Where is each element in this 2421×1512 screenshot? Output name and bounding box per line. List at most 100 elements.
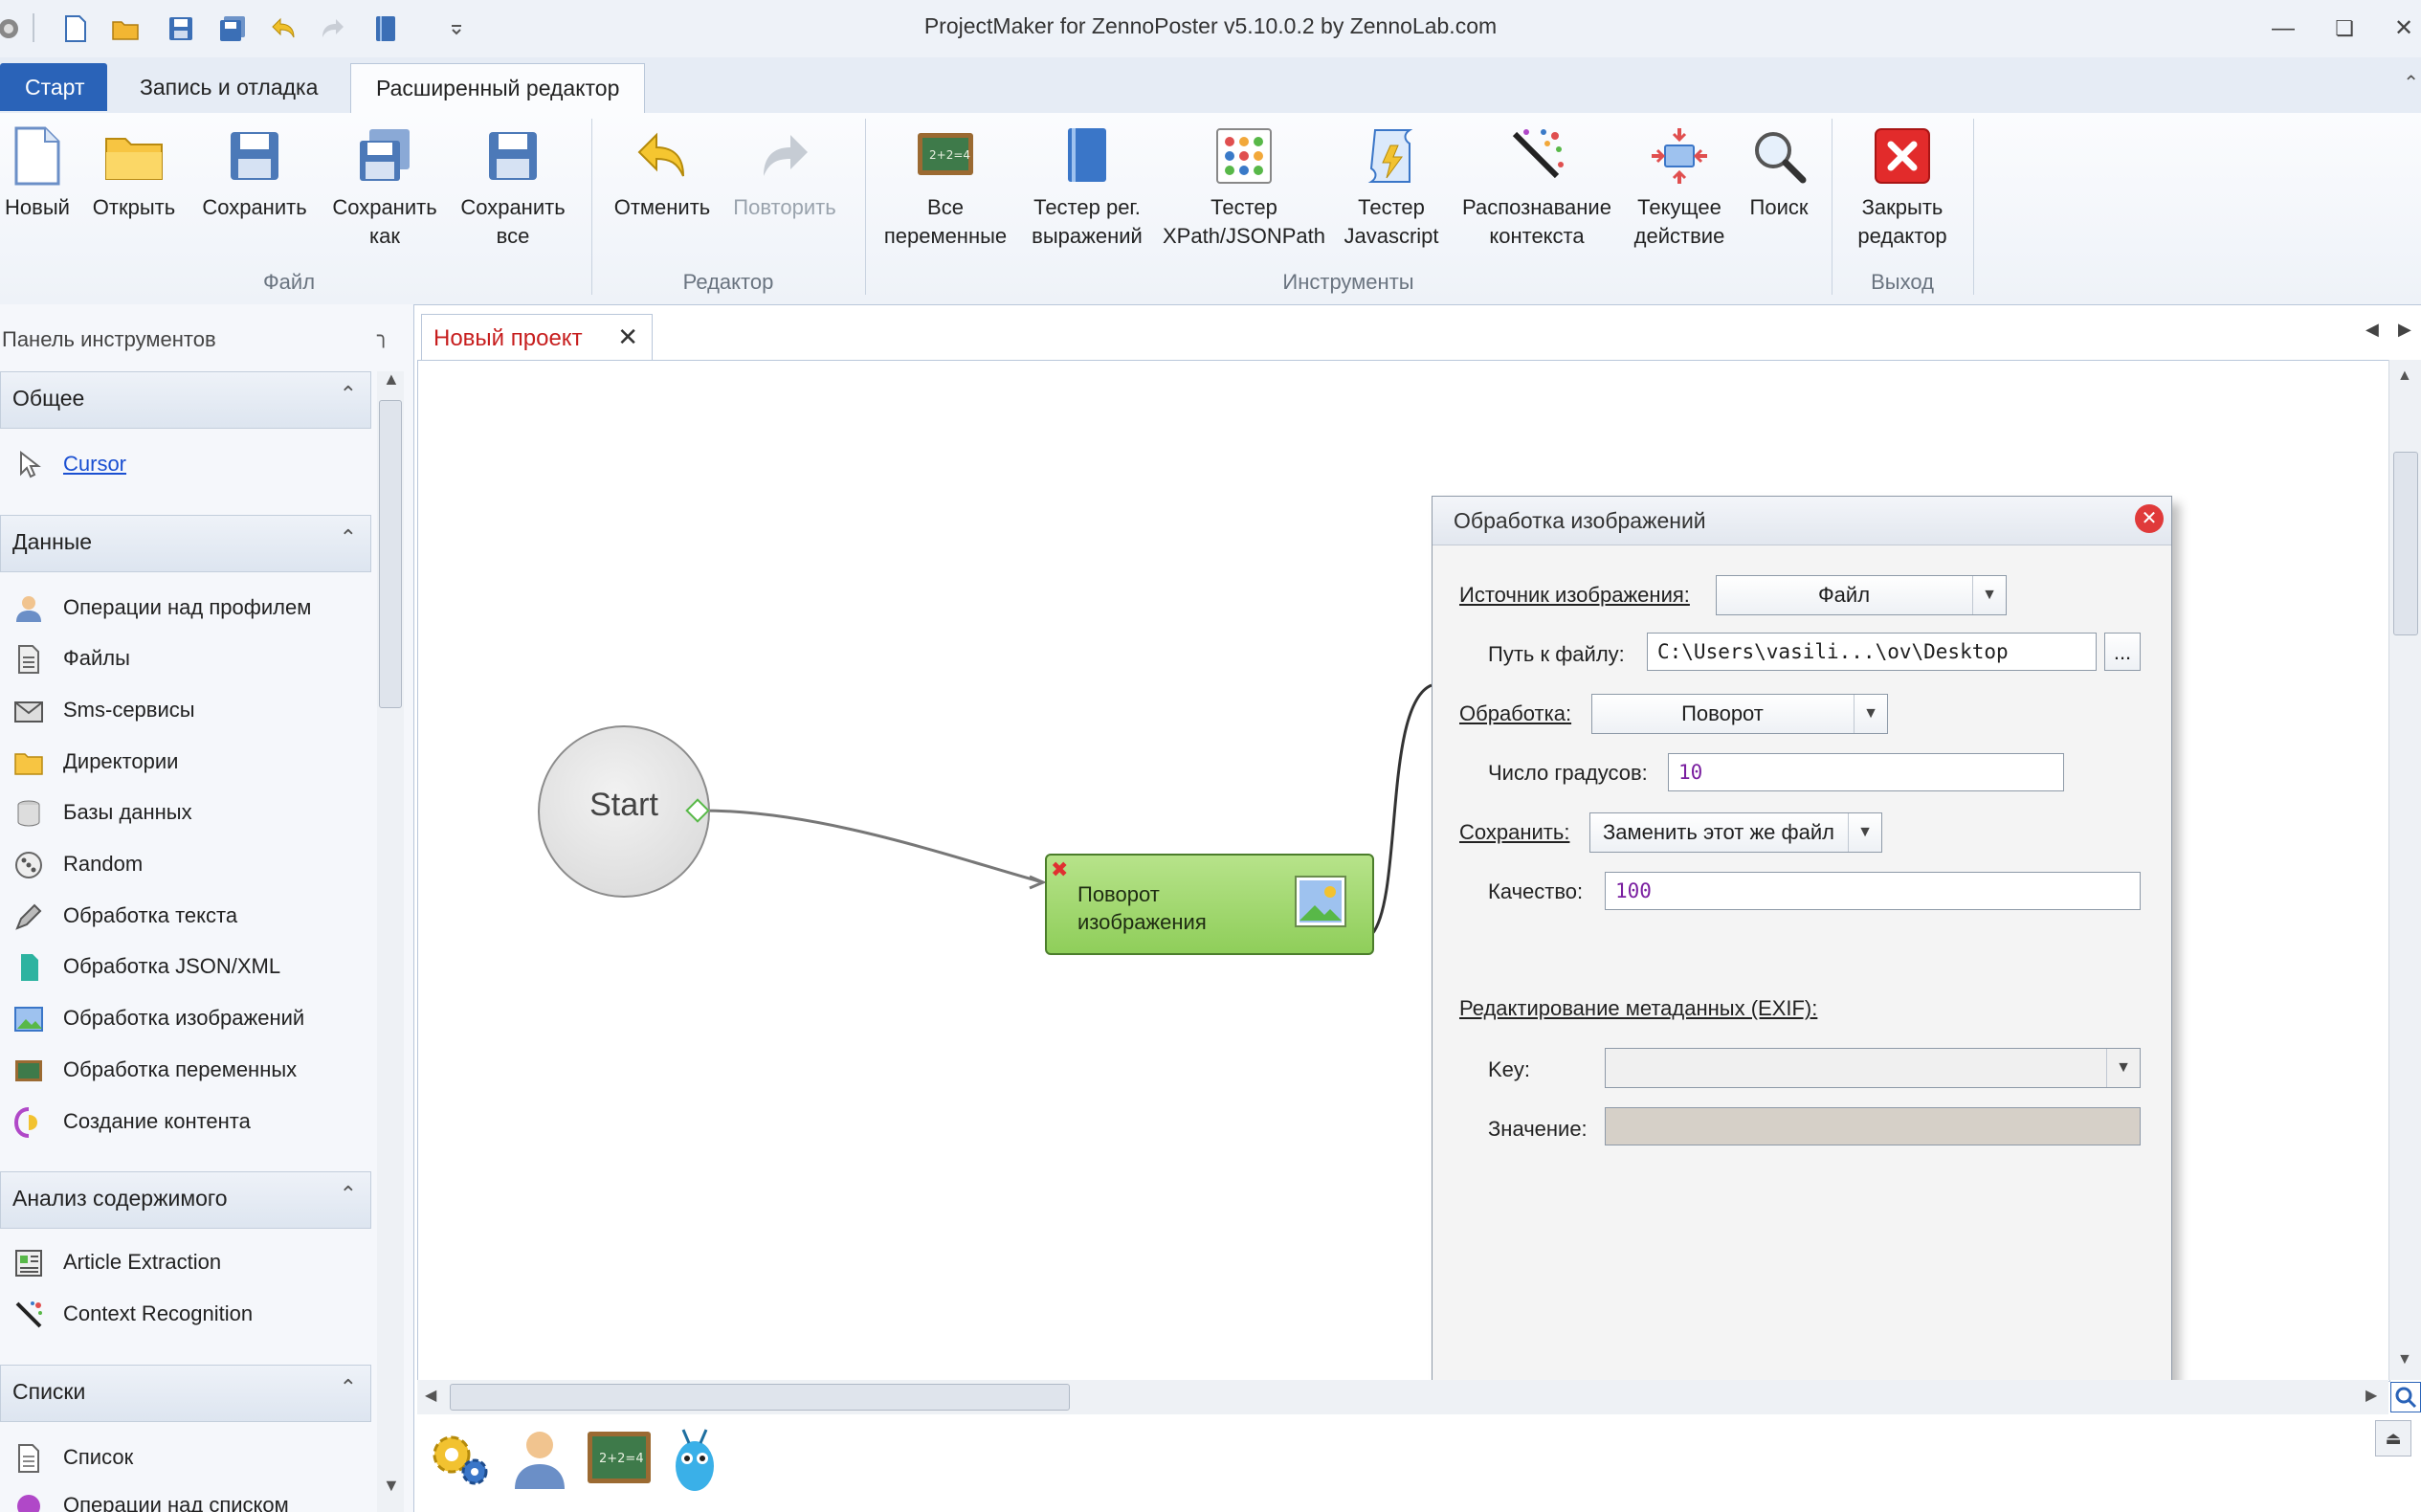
browse-button[interactable]: ... — [2104, 633, 2141, 671]
js-tester-button[interactable]: Тестер Javascript — [1336, 119, 1447, 251]
bot-icon[interactable] — [668, 1424, 722, 1495]
panel-title: Панель инструментов — [2, 327, 216, 351]
save-as-button[interactable]: Сохранить как — [323, 119, 446, 251]
save-all-button[interactable]: Сохранить все — [452, 119, 574, 251]
section-lists[interactable]: Списки ⌃ — [0, 1365, 371, 1422]
tabs-scroll-left-icon[interactable]: ◀ — [2365, 320, 2379, 340]
all-variables-button[interactable]: 2+2=4 Все переменные — [880, 119, 1011, 251]
scroll-left-arrow-icon[interactable]: ◀ — [425, 1386, 436, 1405]
expand-panel-icon[interactable]: ⏏ — [2375, 1420, 2411, 1456]
close-editor-button[interactable]: Закрыть редактор — [1841, 119, 1964, 251]
tool-item-variable-processing[interactable]: Обработка переменных — [0, 1046, 369, 1094]
svg-text:2+2=4: 2+2=4 — [599, 1452, 644, 1466]
connector-arrow — [1029, 875, 1047, 890]
file-icon — [13, 644, 44, 675]
redo-button[interactable]: Повторить — [725, 119, 844, 222]
save-as-icon — [351, 119, 418, 193]
close-window-button[interactable]: ✕ — [2387, 13, 2421, 44]
tab-record-debug[interactable]: Запись и отладка — [115, 63, 343, 111]
magic-wand-icon — [13, 1300, 44, 1330]
tool-item-directories[interactable]: Директории — [0, 738, 369, 786]
tool-item-text-processing[interactable]: Обработка текста — [0, 892, 369, 940]
chevron-up-icon: ⌃ — [339, 525, 357, 549]
start-node[interactable]: Start — [538, 725, 710, 898]
tool-item-databases[interactable]: Базы данных — [0, 789, 369, 836]
restore-button[interactable]: ❏ — [2327, 13, 2362, 44]
script-scroll-icon — [1358, 119, 1425, 193]
tool-item-article-extraction[interactable]: Article Extraction — [0, 1238, 369, 1286]
tab-advanced-editor[interactable]: Расширенный редактор — [350, 63, 646, 114]
list-file-icon — [13, 1443, 44, 1474]
scroll-right-arrow-icon[interactable]: ▶ — [2365, 1386, 2377, 1405]
tool-item-list-operations[interactable]: Операции над списком — [0, 1481, 369, 1512]
tool-item-context-recognition[interactable]: Context Recognition — [0, 1290, 369, 1338]
output-connector — [1370, 683, 1433, 935]
canvas-horizontal-scrollbar[interactable]: ◀ ▶ — [417, 1380, 2388, 1414]
tool-item-files[interactable]: Файлы — [0, 634, 369, 682]
save-button[interactable]: Сохранить — [195, 119, 314, 222]
scroll-down-arrow-icon[interactable]: ▼ — [2397, 1351, 2412, 1368]
panel-scrollbar[interactable]: ▲ ▼ — [377, 369, 404, 1512]
section-content-analysis[interactable]: Анализ содержимого ⌃ — [0, 1171, 371, 1229]
user-profile-icon[interactable] — [509, 1426, 570, 1493]
current-action-button[interactable]: Текущее действие — [1627, 119, 1732, 251]
chalkboard-icon[interactable]: 2+2=4 — [586, 1430, 653, 1489]
title-bar: ProjectMaker for ZennoPoster v5.10.0.2 b… — [0, 0, 2421, 57]
close-tab-icon[interactable]: ✕ — [617, 322, 638, 352]
tool-item-content-creation[interactable]: Создание контента — [0, 1098, 369, 1145]
settings-gears-icon[interactable] — [427, 1426, 494, 1493]
document-tab-title: Новый проект — [433, 325, 583, 351]
tab-start[interactable]: Старт — [0, 63, 107, 111]
tool-item-json-xml[interactable]: Обработка JSON/XML — [0, 943, 369, 990]
tool-item-profile-ops[interactable]: Операции над профилем — [0, 584, 369, 632]
canvas-hscroll-thumb[interactable] — [450, 1384, 1070, 1411]
source-select[interactable]: Файл ▼ — [1716, 575, 2007, 615]
regex-tester-button[interactable]: Тестер рег. выражений — [1020, 119, 1154, 251]
section-general[interactable]: Общее ⌃ — [0, 371, 371, 429]
tool-item-random[interactable]: Random — [0, 840, 369, 888]
quality-input[interactable]: 100 — [1605, 872, 2141, 910]
canvas-vertical-scrollbar[interactable]: ▲ ▼ — [2388, 360, 2421, 1380]
save-select[interactable]: Заменить этот же файл ▼ — [1589, 812, 1882, 853]
chevron-down-icon: ▼ — [1854, 695, 1887, 733]
tool-item-sms[interactable]: Sms-сервисы — [0, 686, 369, 734]
chevron-up-icon: ⌃ — [339, 382, 357, 406]
undo-button[interactable]: Отменить — [605, 119, 720, 222]
scroll-down-arrow-icon[interactable]: ▼ — [383, 1476, 400, 1496]
tool-item-cursor[interactable]: Cursor — [0, 440, 369, 488]
group-separator — [865, 119, 866, 295]
section-data[interactable]: Данные ⌃ — [0, 515, 371, 572]
scroll-up-arrow-icon[interactable]: ▲ — [383, 369, 400, 389]
chevron-up-icon: ⌃ — [339, 1375, 357, 1399]
canvas-vscroll-thumb[interactable] — [2393, 452, 2418, 635]
collapse-ribbon-icon[interactable]: ⌃ — [2403, 71, 2419, 95]
pin-icon[interactable]: ╮ — [377, 323, 389, 348]
tabs-scroll-right-icon[interactable]: ▶ — [2398, 320, 2411, 340]
list-operations-icon — [13, 1491, 44, 1512]
value-input[interactable] — [1605, 1107, 2141, 1145]
zoom-icon[interactable] — [2390, 1382, 2421, 1412]
minimize-button[interactable]: — — [2266, 13, 2300, 44]
tools-panel: Панель инструментов ╮ Общее ⌃ Cursor Дан… — [0, 304, 414, 1512]
open-button[interactable]: Открыть — [86, 119, 182, 222]
tool-item-list[interactable]: Список — [0, 1434, 369, 1481]
new-button[interactable]: Новый — [0, 119, 75, 222]
panel-scroll-thumb[interactable] — [379, 400, 402, 708]
xpath-tester-button[interactable]: Тестер XPath/JSONPath — [1160, 119, 1328, 251]
degrees-input[interactable]: 10 — [1668, 753, 2064, 791]
path-input[interactable]: C:\Users\vasili...\ov\Desktop — [1647, 633, 2097, 671]
scroll-up-arrow-icon[interactable]: ▲ — [2397, 367, 2412, 385]
key-select[interactable]: ▼ — [1605, 1048, 2141, 1088]
context-recognition-button[interactable]: Распознавание контекста — [1453, 119, 1621, 251]
search-button[interactable]: Поиск — [1736, 119, 1822, 222]
processing-select[interactable]: Поворот ▼ — [1591, 694, 1888, 734]
grid-dots-icon — [1210, 119, 1277, 193]
dialog-close-icon[interactable]: ✕ — [2135, 504, 2164, 533]
ribbon-tabs: Старт Запись и отладка Расширенный редак… — [0, 57, 2421, 114]
chevron-down-icon: ▼ — [1972, 576, 2006, 614]
action-node-rotate-image[interactable]: ✖ Поворот изображения — [1045, 854, 1374, 955]
image-icon — [13, 1004, 44, 1034]
database-icon — [13, 798, 44, 829]
tool-item-image-processing[interactable]: Обработка изображений — [0, 994, 369, 1042]
document-tab[interactable]: Новый проект ✕ — [421, 314, 653, 363]
